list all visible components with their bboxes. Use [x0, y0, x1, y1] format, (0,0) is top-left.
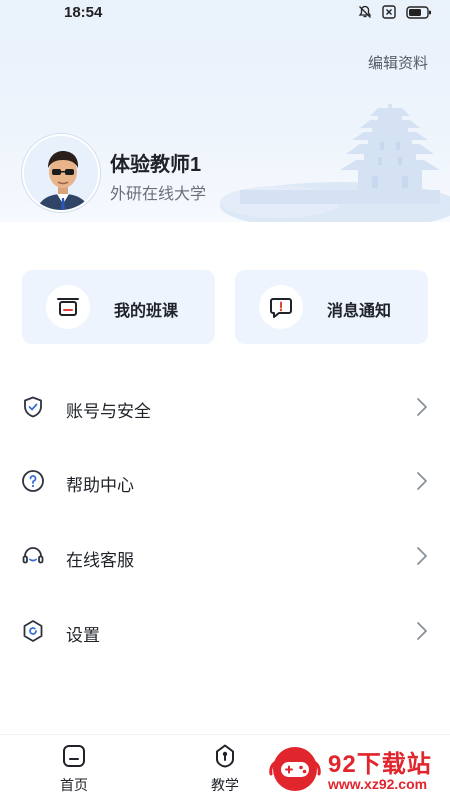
- menu-online-service-label: 在线客服: [66, 551, 134, 570]
- chevron-right-icon: [417, 398, 427, 416]
- help-icon: [22, 470, 44, 492]
- menu-settings[interactable]: 设置: [0, 603, 450, 659]
- menu-online-service[interactable]: 在线客服: [0, 528, 450, 584]
- menu-help-center-label: 帮助中心: [66, 476, 134, 495]
- chevron-right-icon: [417, 472, 427, 490]
- status-bar: 18:54: [0, 0, 450, 24]
- home-icon: [63, 745, 85, 767]
- tab-home-label: 首页: [60, 777, 88, 793]
- menu-help-center[interactable]: 帮助中心: [0, 453, 450, 509]
- close-box-icon: [382, 5, 396, 19]
- settings-icon: [23, 620, 43, 642]
- my-classes-card[interactable]: 我的班课: [22, 270, 215, 344]
- class-icon: [57, 298, 79, 316]
- chevron-right-icon: [417, 547, 427, 565]
- status-icons: [358, 5, 432, 19]
- edit-profile-link[interactable]: 编辑资料: [368, 52, 428, 73]
- gamepad-logo-icon: [269, 747, 321, 791]
- menu-account-security[interactable]: 账号与安全: [0, 379, 450, 435]
- tab-teaching[interactable]: 教学: [185, 735, 265, 799]
- tab-teaching-label: 教学: [211, 777, 239, 793]
- battery-icon: [406, 5, 431, 19]
- notifications-label: 消息通知: [327, 303, 392, 320]
- message-icon-wrap: [259, 285, 303, 329]
- message-icon: [270, 298, 292, 318]
- notifications-card[interactable]: 消息通知: [235, 270, 428, 344]
- headset-icon: [22, 547, 44, 564]
- menu-account-security-label: 账号与安全: [66, 402, 151, 421]
- menu-settings-label: 设置: [66, 626, 100, 645]
- class-icon-wrap: [46, 285, 90, 329]
- site-watermark: 92下载站 www.xz92.com: [262, 738, 450, 799]
- avatar[interactable]: [22, 134, 100, 212]
- watermark-url: www.xz92.com: [328, 776, 428, 792]
- user-name: 体验教师1: [110, 154, 202, 176]
- chevron-right-icon: [417, 622, 427, 640]
- user-school: 外研在线大学: [110, 186, 207, 203]
- bell-off-icon: [358, 5, 372, 18]
- my-classes-label: 我的班课: [114, 303, 179, 320]
- teach-icon: [216, 744, 234, 768]
- shield-icon: [24, 396, 42, 418]
- watermark-title: 92下载站: [328, 751, 432, 778]
- tab-home[interactable]: 首页: [34, 735, 114, 799]
- status-time: 18:54: [64, 3, 103, 21]
- pagoda-illustration: [220, 104, 450, 222]
